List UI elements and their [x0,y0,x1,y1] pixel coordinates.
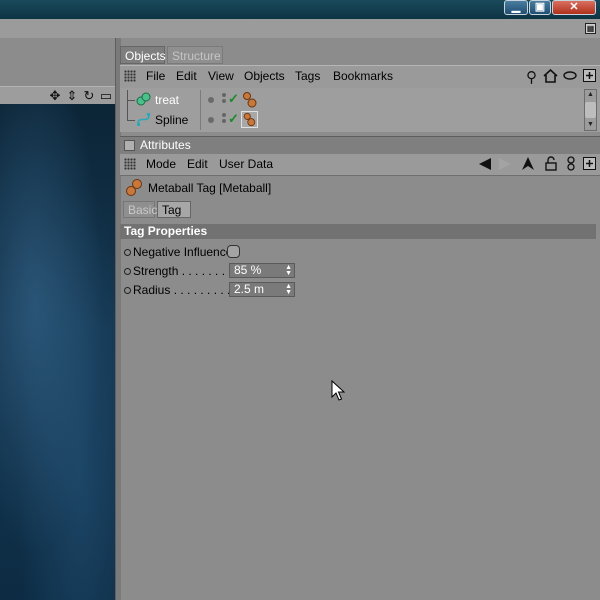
animation-dot-icon[interactable] [124,268,131,275]
tree-branch [127,100,135,101]
3d-viewport[interactable] [0,104,115,600]
search-icon[interactable]: ⚲ [526,68,537,86]
new-window-icon[interactable] [583,69,596,82]
tree-branch [127,120,135,121]
home-icon[interactable] [543,69,558,83]
minimize-icon: ▁ [511,1,521,13]
animation-dot-icon[interactable] [124,249,131,256]
spinner-icon[interactable]: ▲ ▼ [285,283,292,296]
metaball-tag-icon[interactable] [241,91,258,108]
tab-tag[interactable]: Tag [157,201,191,218]
panel-icon [124,140,135,151]
close-button[interactable]: ✕ [552,0,596,15]
property-label: Strength . . . . . . . . [133,264,232,278]
mouse-cursor-icon [331,380,345,401]
grip-icon [124,70,136,82]
scroll-up-icon[interactable]: ▲ [585,90,596,100]
minimize-button[interactable]: ▁ [504,0,528,15]
up-arrow-icon[interactable] [521,156,535,171]
menu-view[interactable]: View [208,69,234,83]
animation-dot-icon[interactable] [124,287,131,294]
lock-icon[interactable] [544,156,558,171]
enabled-check-icon[interactable]: ✓ [228,111,239,127]
menu-mode[interactable]: Mode [146,157,176,171]
column-divider [200,90,201,110]
menu-bookmarks[interactable]: Bookmarks [333,69,393,83]
object-name[interactable]: Spline [155,113,188,127]
eye-icon[interactable] [563,71,577,80]
top-strip [0,19,600,38]
back-arrow-icon[interactable] [478,157,492,171]
menu-file[interactable]: File [146,69,165,83]
tag-title: Metaball Tag [Metaball] [148,181,272,195]
property-label: Radius . . . . . . . . . [133,283,231,297]
strength-field[interactable]: 85 % ▲ ▼ [229,263,295,278]
metaball-object-icon [136,92,151,106]
column-divider [200,110,201,130]
visibility-dots-icon[interactable] [222,113,226,127]
tab-basic[interactable]: Basic [123,201,157,218]
spinner-icon[interactable]: ▲ ▼ [285,264,292,277]
window-title-bar: ▁ ▣ ✕ [0,0,600,19]
enabled-check-icon[interactable]: ✓ [228,91,239,107]
radius-field[interactable]: 2.5 m ▲ ▼ [229,282,295,297]
rotate-icon[interactable]: ↻ [81,87,97,104]
property-label: Negative Influence [133,245,233,259]
negative-influence-checkbox[interactable] [227,245,240,258]
restore-button[interactable]: ▣ [529,0,551,15]
section-header-tag-properties[interactable]: Tag Properties [120,224,596,239]
object-list: treat ✓ Spline ✓ [120,88,600,132]
metaball-tag-icon-selected[interactable] [241,111,258,128]
object-name[interactable]: treat [155,93,179,107]
menu-objects[interactable]: Objects [244,69,285,83]
layer-dot-icon[interactable] [208,97,214,103]
attributes-title: Attributes [140,138,191,152]
menu-user-data[interactable]: User Data [219,157,273,171]
object-row-treat[interactable]: treat ✓ [120,90,585,110]
scroll-down-icon[interactable]: ▼ [585,120,596,130]
strength-value[interactable]: 85 % [234,264,261,277]
spline-object-icon [137,113,150,126]
tag-title-row: Metaball Tag [Metaball] [120,178,600,198]
viewport-toolbar: ✥ ⇕ ↻ ▭ [0,86,116,105]
menu-edit[interactable]: Edit [176,69,197,83]
object-list-scrollbar[interactable]: ▲ ▼ [584,89,597,131]
object-row-spline[interactable]: Spline ✓ [120,110,585,130]
radius-value[interactable]: 2.5 m [234,283,264,296]
new-window-icon[interactable] [583,157,596,170]
scale-icon[interactable]: ⇕ [64,87,80,104]
menu-tags[interactable]: Tags [295,69,320,83]
maximize-view-icon[interactable]: ▭ [98,87,114,104]
tab-objects[interactable]: Objects [120,46,166,64]
restore-icon: ▣ [534,1,546,13]
move-icon[interactable]: ✥ [47,87,63,104]
grip-icon [124,158,136,170]
visibility-dots-icon[interactable] [222,93,226,107]
scroll-thumb[interactable] [585,102,596,118]
layer-dot-icon[interactable] [208,117,214,123]
metaball-tag-icon [126,179,142,196]
link-icon[interactable] [565,156,577,171]
close-icon: ✕ [569,1,579,13]
object-manager-menubar: File Edit View Objects Tags Bookmarks ⚲ [120,65,600,89]
panel-layout-icon[interactable]: ▦ [585,23,596,34]
attributes-menubar: Mode Edit User Data [120,154,600,176]
tab-structure[interactable]: Structure [167,46,223,64]
menu-edit[interactable]: Edit [187,157,208,171]
forward-arrow-icon[interactable] [498,157,512,171]
attributes-header: Attributes [120,136,600,155]
